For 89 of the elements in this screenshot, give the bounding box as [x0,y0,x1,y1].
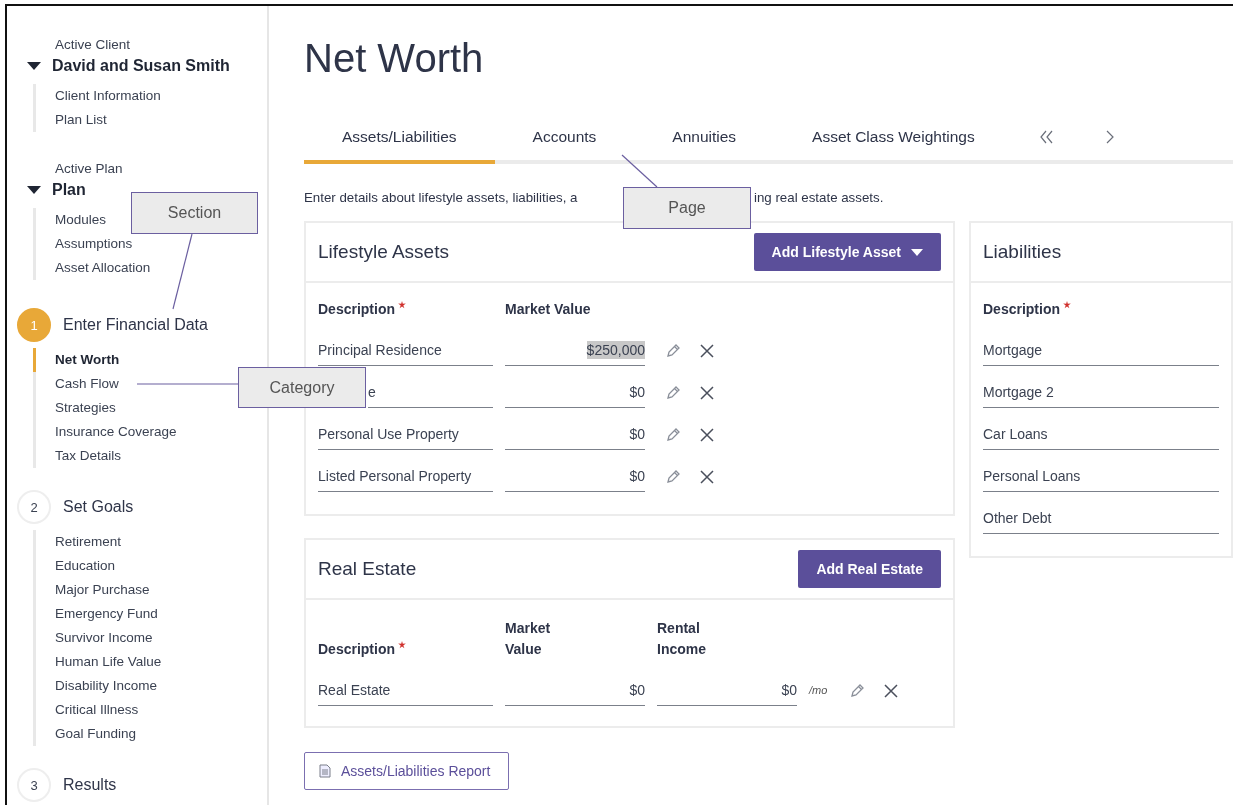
close-icon[interactable] [699,385,715,401]
step-number: 1 [17,308,51,342]
leader-line [621,154,658,188]
unit-label: /mo [809,684,829,696]
nav-link[interactable]: Disability Income [33,674,158,698]
card-title: Liabilities [983,241,1062,263]
step-title[interactable]: Set Goals [63,498,134,516]
description-field[interactable]: Mortgage 2 [983,375,1219,408]
pencil-icon[interactable] [849,683,865,699]
nav-link[interactable]: Retirement [33,530,122,554]
nav-link[interactable]: Net Worth [33,348,120,372]
step-title[interactable]: Results [63,776,117,794]
close-icon[interactable] [699,469,715,485]
description-text: Enter details about lifestyle assets, liabilities, a [304,190,579,205]
pencil-icon[interactable] [665,427,681,443]
field-value-text: $0 [629,383,645,401]
add-real-estate-button[interactable]: Add Real Estate [798,550,941,588]
tab[interactable]: Annuities [634,114,775,164]
nav-link[interactable]: Asset Allocation [33,256,151,280]
page-title: Net Worth [304,35,485,82]
column-header: Description [318,640,395,659]
chevron-right-icon[interactable] [1104,130,1115,144]
column-header: Market Value [505,619,552,659]
column-header: Rental Income [657,619,706,659]
double-chevron-left-icon[interactable] [1038,130,1055,144]
card-title: Real Estate [318,558,417,580]
section-caption: Active Plan [55,160,124,178]
nav-link[interactable]: Plan List [33,108,107,132]
step-number: 3 [17,768,51,802]
pencil-icon[interactable] [665,343,681,359]
column-header: Description [983,300,1060,319]
nav-link[interactable]: Emergency Fund [33,602,158,626]
nav-link[interactable]: Cash Flow [33,372,119,396]
value-field[interactable]: $250,000 [505,333,645,366]
description-field[interactable]: Personal Use Property [318,417,493,450]
nav-link[interactable]: Survivor Income [33,626,153,650]
field-value-text: $0 [629,467,645,485]
nav-link[interactable]: Assumptions [33,232,133,256]
nav-link[interactable]: Client Information [33,84,161,108]
column-header: Market Value [505,300,591,319]
nav-link[interactable]: Education [33,554,116,578]
value-field[interactable]: $0 [505,673,645,706]
step-title[interactable]: Enter Financial Data [63,316,208,334]
description-field[interactable]: Car Loans [983,417,1219,450]
callout-label: Page [623,187,751,229]
value-field[interactable]: $0 [505,417,645,450]
step-number: 2 [17,490,51,524]
description-text: ing real estate assets. [754,190,885,205]
field-value-text: $250,000 [586,341,645,359]
value-field[interactable]: $0 [505,375,645,408]
section-title[interactable]: Plan [52,181,86,199]
report-button[interactable]: Assets/Liabilities Report [304,752,510,790]
nav-link[interactable]: Major Purchase [33,578,150,602]
section-caption: Active Client [55,36,132,54]
document-icon [319,764,331,778]
tab[interactable]: Accounts [494,114,635,164]
nav-link[interactable]: Goal Funding [33,722,137,746]
nav-link[interactable]: Modules [33,208,107,232]
nav-link[interactable]: Strategies [33,396,116,420]
callout-label: Category [238,367,366,408]
add-lifestyle-asset-button[interactable]: Add Lifestyle Asset [753,233,941,271]
card-title: Lifestyle Assets [318,241,449,263]
tab[interactable]: Assets/Liabilities [304,114,495,164]
field-value-text: $0 [629,425,645,443]
nav-link[interactable]: Tax Details [33,444,122,468]
description-field[interactable]: Personal Loans [983,459,1219,492]
caret-down-icon[interactable] [27,185,41,195]
section-title[interactable]: David and Susan Smith [52,57,230,75]
pencil-icon[interactable] [665,385,681,401]
description-field[interactable]: Principal Residence [318,333,493,366]
caret-down-icon[interactable] [27,61,41,71]
nav-link[interactable]: Critical Illness [33,698,139,722]
pencil-icon[interactable] [665,469,681,485]
nav-link[interactable]: Insurance Coverage [33,420,177,444]
close-icon[interactable] [699,427,715,443]
description-field[interactable]: Real Estate [318,673,493,706]
description-field[interactable]: Listed Personal Property [318,459,493,492]
description-field[interactable]: Other Debt [983,501,1219,534]
income-field[interactable]: $0 [657,673,797,706]
caret-down-icon [911,248,923,256]
column-header: Description [318,300,395,319]
tab[interactable]: Asset Class Weightings [774,114,1013,164]
description-field[interactable]: e [368,375,493,408]
value-field[interactable]: $0 [505,459,645,492]
callout-label: Section [131,192,258,234]
description-field[interactable]: Mortgage [983,333,1219,366]
close-icon[interactable] [883,683,899,699]
close-icon[interactable] [699,343,715,359]
nav-link[interactable]: Human Life Value [33,650,162,674]
